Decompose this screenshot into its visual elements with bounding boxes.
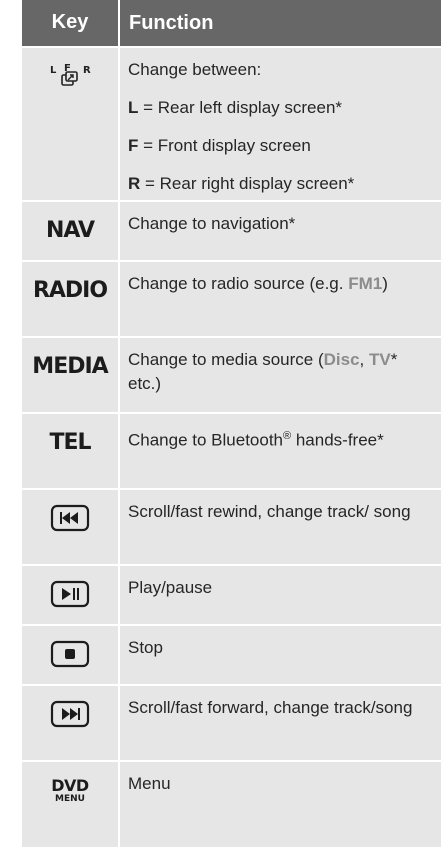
fast-forward-button-icon <box>50 700 90 728</box>
display-switch-icon: L F R <box>50 63 91 86</box>
table-row: Play/pause <box>22 564 441 624</box>
tel-button-label: TEL <box>49 430 91 455</box>
function-cell: Change to radio source (e.g. FM1) <box>118 262 441 336</box>
function-cell: Menu <box>118 762 441 847</box>
option-right: R = Rear right display screen* <box>128 174 355 193</box>
table-row: TEL Change to Bluetooth® hands-free* <box>22 412 441 488</box>
rewind-button-icon <box>50 504 90 532</box>
table-header: Key Function <box>22 0 441 46</box>
table-row: L F R Change between: L = Rear left disp… <box>22 46 441 200</box>
play-pause-button-icon <box>50 580 90 608</box>
function-cell: Change to media source (Disc, TV* etc.) <box>118 338 441 412</box>
table-row: Scroll/fast forward, change track/song <box>22 684 441 760</box>
function-cell: Play/pause <box>118 566 441 624</box>
table-row: Stop <box>22 624 441 684</box>
function-cell: Stop <box>118 626 441 684</box>
dvd-menu-key: DVD MENU <box>22 762 118 847</box>
fast-forward-key <box>22 686 118 760</box>
table-row: RADIO Change to radio source (e.g. FM1) <box>22 260 441 336</box>
function-cell: Change to Bluetooth® hands-free* <box>118 414 441 488</box>
nav-button-label: NAV <box>46 218 95 243</box>
lrf-key: L F R <box>22 48 118 200</box>
function-cell: Change between: L = Rear left display sc… <box>118 48 441 200</box>
stop-button-icon <box>50 640 90 668</box>
table-row: MEDIA Change to media source (Disc, TV* … <box>22 336 441 412</box>
table-row: DVD MENU Menu <box>22 760 441 847</box>
rewind-key <box>22 490 118 564</box>
function-intro: Change between: <box>128 60 262 79</box>
tel-key: TEL <box>22 414 118 488</box>
table-row: Scroll/fast rewind, change track/ song <box>22 488 441 564</box>
header-function: Function <box>118 0 441 46</box>
table-row: NAV Change to navigation* <box>22 200 441 260</box>
media-button-label: MEDIA <box>32 354 108 379</box>
key-function-table: Key Function L F R Change between: L = R… <box>22 0 441 847</box>
stop-key <box>22 626 118 684</box>
header-key: Key <box>51 11 89 33</box>
svg-text:R: R <box>83 65 91 76</box>
radio-button-label: RADIO <box>32 278 108 303</box>
radio-key: RADIO <box>22 262 118 336</box>
play-pause-key <box>22 566 118 624</box>
option-front: F = Front display screen <box>128 136 311 155</box>
function-cell: Change to navigation* <box>118 202 441 260</box>
function-cell: Scroll/fast forward, change track/song <box>118 686 441 760</box>
svg-text:L: L <box>50 65 57 76</box>
dvd-menu-button-label: DVD MENU <box>51 776 89 804</box>
media-key: MEDIA <box>22 338 118 412</box>
function-cell: Scroll/fast rewind, change track/ song <box>118 490 441 564</box>
option-left: L = Rear left display screen* <box>128 98 343 117</box>
nav-key: NAV <box>22 202 118 260</box>
